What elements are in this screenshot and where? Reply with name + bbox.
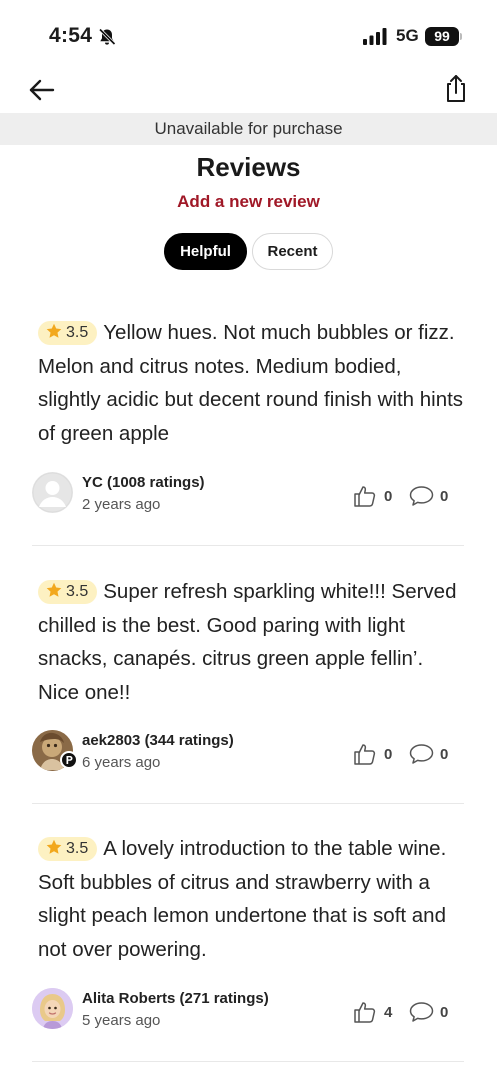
battery-level: 99: [434, 28, 450, 44]
like-count: 0: [384, 488, 393, 505]
arrow-left-icon: [29, 79, 55, 101]
reviewer-name: YC (1008 ratings): [82, 474, 205, 491]
premium-badge-icon: [60, 751, 78, 769]
reviewer-name: aek2803 (344 ratings): [82, 732, 234, 749]
divider: [32, 803, 464, 804]
star-icon: [46, 839, 62, 854]
review-time: 5 years ago: [82, 1012, 161, 1029]
default-avatar-icon: [32, 472, 73, 513]
comment-count: 0: [440, 746, 449, 763]
review-time: 6 years ago: [82, 754, 161, 771]
review-text[interactable]: 3.5 A lovely introduction to the table wi…: [38, 832, 468, 967]
divider: [32, 1061, 464, 1062]
unavailable-banner: Unavailable for purchase: [0, 113, 497, 145]
review-body: A lovely introduction to the table wine.…: [38, 837, 447, 962]
signal-icon: [363, 28, 387, 45]
p-letter-icon: [66, 756, 73, 764]
like-button[interactable]: 0: [352, 741, 397, 769]
review-actions: 0 0: [352, 741, 462, 771]
review-actions: 0 0: [352, 483, 462, 513]
bell-slash-icon: [98, 28, 116, 46]
review-text[interactable]: 3.5 Yellow hues. Not much bubbles or fizz…: [38, 316, 468, 451]
avatar: [32, 472, 73, 513]
star-icon: [46, 323, 62, 338]
review-body: Yellow hues. Not much bubbles or fizz. M…: [38, 321, 464, 446]
comment-button[interactable]: 0: [409, 483, 459, 511]
comment-button[interactable]: 0: [409, 741, 459, 769]
battery-tip: [460, 33, 462, 40]
battery-icon: 99: [425, 27, 459, 46]
comment-icon: [409, 486, 434, 506]
rating-badge: 3.5: [38, 321, 98, 345]
review-actions: 4 0: [352, 999, 462, 1029]
comment-count: 0: [440, 488, 449, 505]
share-button[interactable]: [440, 72, 472, 106]
review-body: Super refresh sparkling white!!! Served …: [38, 580, 457, 705]
rating-badge: 3.5: [38, 837, 98, 861]
share-icon: [447, 75, 465, 102]
thumbs-up-icon: [354, 744, 376, 765]
status-bar: 4:54 5G 99: [0, 0, 497, 70]
back-button[interactable]: [26, 74, 58, 106]
star-icon: [46, 582, 62, 597]
like-button[interactable]: 0: [352, 483, 397, 511]
status-time: 4:54: [49, 24, 93, 47]
thumbs-up-icon: [354, 486, 376, 507]
like-count: 4: [384, 1004, 393, 1021]
comment-button[interactable]: 0: [409, 999, 459, 1027]
rating-value: 3.5: [66, 324, 89, 341]
review-time: 2 years ago: [82, 496, 161, 513]
divider: [32, 545, 464, 546]
comment-count: 0: [440, 1004, 449, 1021]
comment-icon: [409, 1002, 434, 1022]
avatar: [32, 988, 73, 1029]
page-title: Reviews: [196, 152, 301, 182]
reviewer-name: Alita Roberts (271 ratings): [82, 990, 269, 1007]
tab-helpful[interactable]: Helpful: [164, 233, 247, 270]
thumbs-up-icon: [354, 1002, 376, 1023]
rating-value: 3.5: [66, 840, 89, 857]
memoji-avatar-icon: [32, 988, 73, 1029]
network-label: 5G: [396, 26, 419, 45]
tab-recent[interactable]: Recent: [252, 233, 333, 270]
like-button[interactable]: 4: [352, 999, 397, 1027]
nav-bar: [0, 68, 497, 112]
comment-icon: [409, 744, 434, 764]
rating-badge: 3.5: [38, 580, 98, 604]
rating-value: 3.5: [66, 583, 89, 600]
like-count: 0: [384, 746, 393, 763]
add-review-link[interactable]: Add a new review: [0, 192, 497, 212]
review-text[interactable]: 3.5 Super refresh sparkling white!!! Serv…: [38, 575, 468, 710]
